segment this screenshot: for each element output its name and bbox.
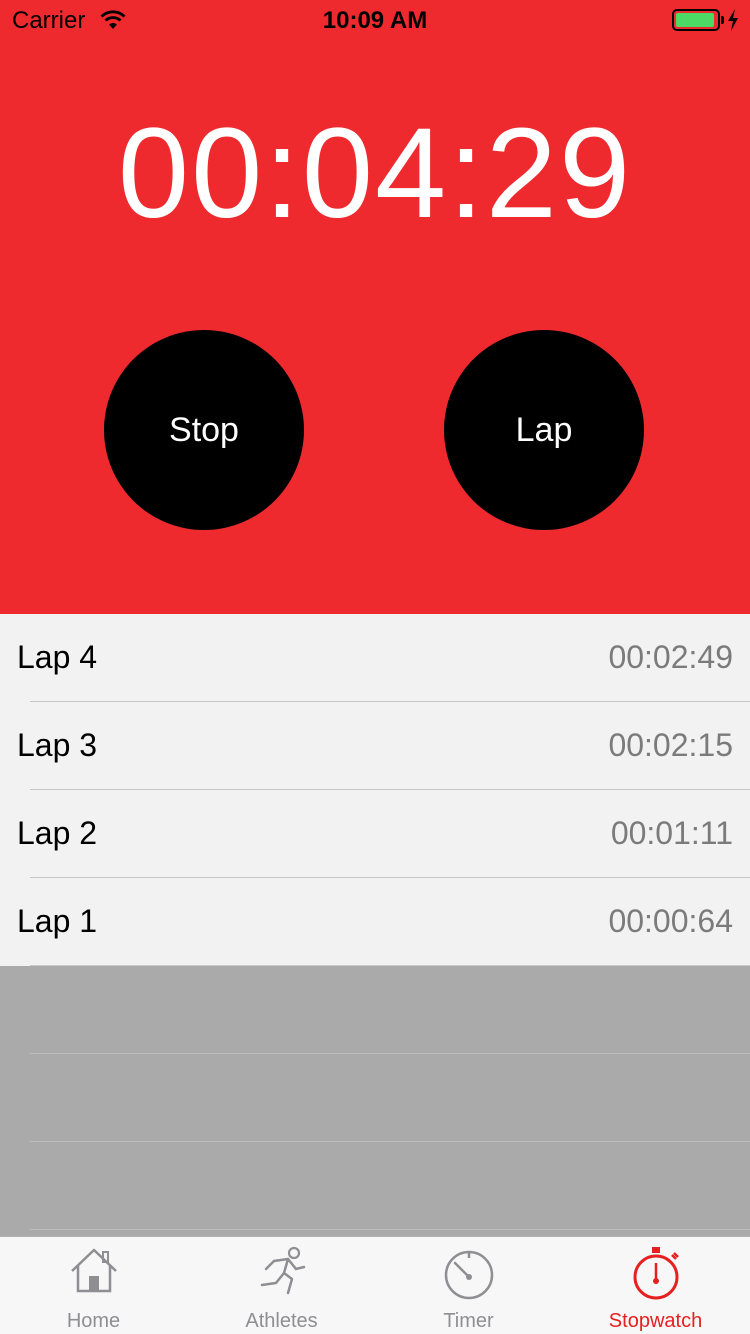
status-time: 10:09 AM: [322, 7, 428, 34]
lap-list: Lap 4 00:02:49 Lap 3 00:02:15 Lap 2 00:0…: [0, 614, 750, 966]
lap-name: Lap 4: [17, 639, 98, 675]
tab-timer[interactable]: Timer: [375, 1237, 562, 1334]
empty-row-divider: [30, 1141, 750, 1142]
tab-home[interactable]: Home: [0, 1237, 187, 1334]
lap-time: 00:02:49: [608, 639, 733, 675]
charging-bolt-icon: [728, 9, 738, 31]
status-bar: Carrier 10:09 AM: [0, 0, 750, 40]
lap-name: Lap 2: [17, 815, 98, 851]
stopwatch-display: 00:04:29: [117, 102, 633, 245]
runner-icon: [260, 1246, 305, 1295]
stop-button[interactable]: Stop: [104, 330, 304, 530]
tab-stopwatch[interactable]: Stopwatch: [562, 1237, 749, 1334]
empty-row-divider: [30, 1053, 750, 1054]
tab-label: Stopwatch: [608, 1310, 703, 1332]
lap-time: 00:02:15: [608, 727, 733, 763]
lap-time: 00:00:64: [608, 903, 733, 939]
stopwatch-panel: [0, 0, 750, 614]
battery-level: [676, 13, 714, 27]
battery-tip: [721, 16, 724, 24]
tab-label: Timer: [443, 1310, 494, 1332]
lap-button[interactable]: Lap: [444, 330, 644, 530]
lap-time: 00:01:11: [610, 815, 733, 851]
tab-athletes[interactable]: Athletes: [188, 1237, 375, 1334]
tab-label: Home: [66, 1310, 121, 1332]
lap-name: Lap 1: [17, 903, 98, 939]
lap-row[interactable]: Lap 3 00:02:15: [0, 702, 750, 790]
lap-row[interactable]: Lap 2 00:01:11: [0, 790, 750, 878]
stopwatch-icon: [633, 1247, 679, 1300]
tab-bar: Home Athletes Timer Stopwatch: [0, 1236, 750, 1334]
home-icon: [70, 1248, 117, 1293]
lap-name: Lap 3: [17, 727, 98, 763]
lap-row[interactable]: Lap 4 00:02:49: [0, 614, 750, 702]
tab-label: Athletes: [245, 1310, 318, 1332]
lap-row[interactable]: Lap 1 00:00:64: [0, 878, 750, 966]
empty-row-divider: [30, 1229, 750, 1230]
row-divider: [30, 965, 750, 966]
battery-icon: [672, 9, 720, 31]
timer-icon: [444, 1250, 493, 1300]
